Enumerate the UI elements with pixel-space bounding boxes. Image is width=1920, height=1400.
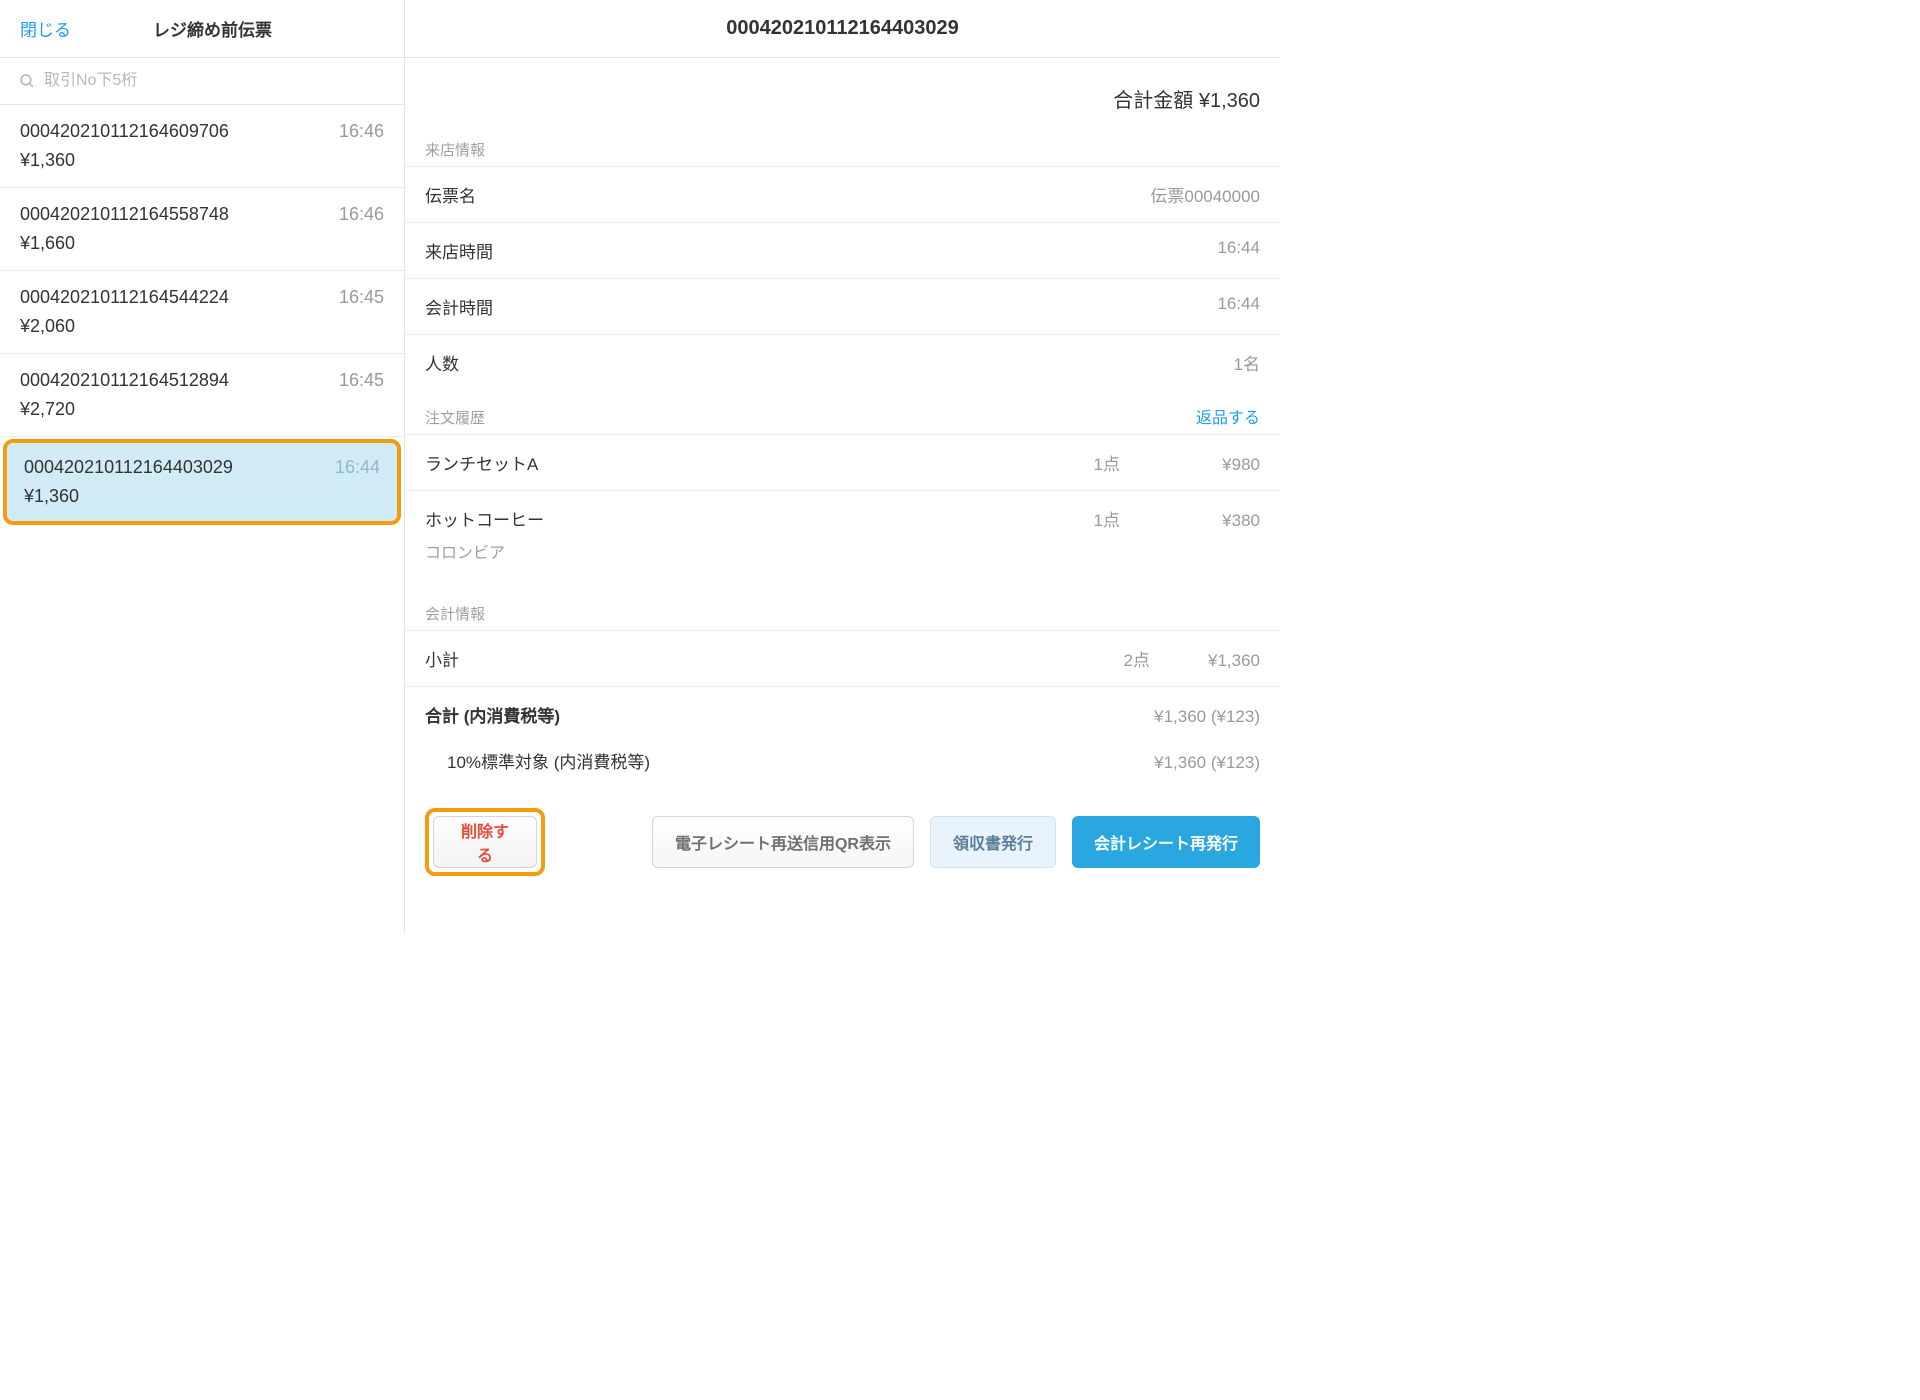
row-tax: 10%標準対象 (内消費税等) ¥1,360 (¥123) xyxy=(405,742,1280,788)
reissue-button[interactable]: 会計レシート再発行 xyxy=(1072,816,1260,868)
transaction-amount: ¥2,060 xyxy=(20,316,384,337)
order-row: ランチセットA 1点 ¥980 xyxy=(405,434,1280,490)
transaction-id: 000420210112164609706 xyxy=(20,121,229,142)
action-bar: 削除する 電子レシート再送信用QR表示 領収書発行 会計レシート再発行 xyxy=(405,788,1280,896)
transaction-time: 16:44 xyxy=(335,457,380,478)
transaction-item[interactable]: 000420210112164544224 16:45 ¥2,060 xyxy=(0,271,404,354)
transaction-time: 16:45 xyxy=(339,287,384,308)
qty: 2点 xyxy=(1030,646,1150,671)
transaction-id: 000420210112164403029 xyxy=(24,457,233,478)
row-total: 合計 (内消費税等) ¥1,360 (¥123) xyxy=(405,686,1280,742)
qr-button[interactable]: 電子レシート再送信用QR表示 xyxy=(652,816,914,868)
label: 10%標準対象 (内消費税等) xyxy=(425,748,1060,773)
transaction-time: 16:46 xyxy=(339,204,384,225)
label: 小計 xyxy=(425,646,1030,671)
order-name: ランチセットA xyxy=(425,450,1000,475)
label: 合計 (内消費税等) xyxy=(425,702,1060,727)
value: 1名 xyxy=(1234,350,1260,375)
value: 16:44 xyxy=(1217,238,1260,263)
transaction-id: 000420210112164544224 xyxy=(20,287,229,308)
label: 来店時間 xyxy=(425,238,493,263)
value: ¥1,360 (¥123) xyxy=(1060,753,1260,773)
order-price: ¥380 xyxy=(1120,511,1260,531)
transaction-id: 000420210112164558748 xyxy=(20,204,229,225)
search-icon xyxy=(18,72,36,90)
transaction-item[interactable]: 000420210112164609706 16:46 ¥1,360 xyxy=(0,105,404,188)
delete-button[interactable]: 削除する xyxy=(433,816,537,868)
search-input[interactable] xyxy=(44,72,386,90)
transaction-item[interactable]: 000420210112164558748 16:46 ¥1,660 xyxy=(0,188,404,271)
value: ¥1,360 xyxy=(1150,651,1260,671)
order-qty: 1点 xyxy=(1000,506,1120,531)
row-visit-time: 来店時間 16:44 xyxy=(405,222,1280,278)
row-checkout-time: 会計時間 16:44 xyxy=(405,278,1280,334)
search-wrap xyxy=(0,58,404,105)
order-row: ホットコーヒー 1点 ¥380 xyxy=(405,490,1280,535)
section-label: 注文履歴 xyxy=(425,407,485,428)
order-name: ホットコーヒー xyxy=(425,506,1000,531)
order-variant: コロンビア xyxy=(405,535,1280,575)
order-price: ¥980 xyxy=(1120,455,1260,475)
transaction-time: 16:45 xyxy=(339,370,384,391)
section-order-history: 注文履歴 返品する xyxy=(405,390,1280,434)
receipt-button[interactable]: 領収書発行 xyxy=(930,816,1056,868)
delete-highlight: 削除する xyxy=(425,808,545,876)
row-slip-name: 伝票名 伝票00040000 xyxy=(405,166,1280,222)
order-qty: 1点 xyxy=(1000,450,1120,475)
transaction-list: 000420210112164609706 16:46 ¥1,360 000420… xyxy=(0,105,404,933)
label: 人数 xyxy=(425,350,459,375)
value: 16:44 xyxy=(1217,294,1260,319)
section-visit-info: 来店情報 xyxy=(405,125,1280,166)
value: 伝票00040000 xyxy=(1150,182,1260,207)
transaction-item[interactable]: 000420210112164512894 16:45 ¥2,720 xyxy=(0,354,404,437)
transaction-id: 000420210112164512894 xyxy=(20,370,229,391)
transaction-amount: ¥1,360 xyxy=(24,486,380,507)
detail-pane: 000420210112164403029 合計金額 ¥1,360 来店情報 伝… xyxy=(405,0,1280,933)
row-subtotal: 小計 2点 ¥1,360 xyxy=(405,630,1280,686)
transaction-amount: ¥1,660 xyxy=(20,233,384,254)
return-button[interactable]: 返品する xyxy=(1196,404,1260,428)
detail-header: 000420210112164403029 xyxy=(405,0,1280,58)
transaction-item-selected[interactable]: 000420210112164403029 16:44 ¥1,360 xyxy=(3,439,401,525)
transaction-time: 16:46 xyxy=(339,121,384,142)
transaction-amount: ¥1,360 xyxy=(20,150,384,171)
transaction-amount: ¥2,720 xyxy=(20,399,384,420)
sidebar: 閉じる レジ締め前伝票 000420210112164609706 16:46 ¥… xyxy=(0,0,405,933)
total-amount: 合計金額 ¥1,360 xyxy=(405,58,1280,125)
value: ¥1,360 (¥123) xyxy=(1060,707,1260,727)
sidebar-title: レジ締め前伝票 xyxy=(41,16,384,41)
label: 会計時間 xyxy=(425,294,493,319)
row-people: 人数 1名 xyxy=(405,334,1280,390)
section-payment-info: 会計情報 xyxy=(405,575,1280,630)
label: 伝票名 xyxy=(425,182,476,207)
sidebar-topbar: 閉じる レジ締め前伝票 xyxy=(0,0,404,58)
